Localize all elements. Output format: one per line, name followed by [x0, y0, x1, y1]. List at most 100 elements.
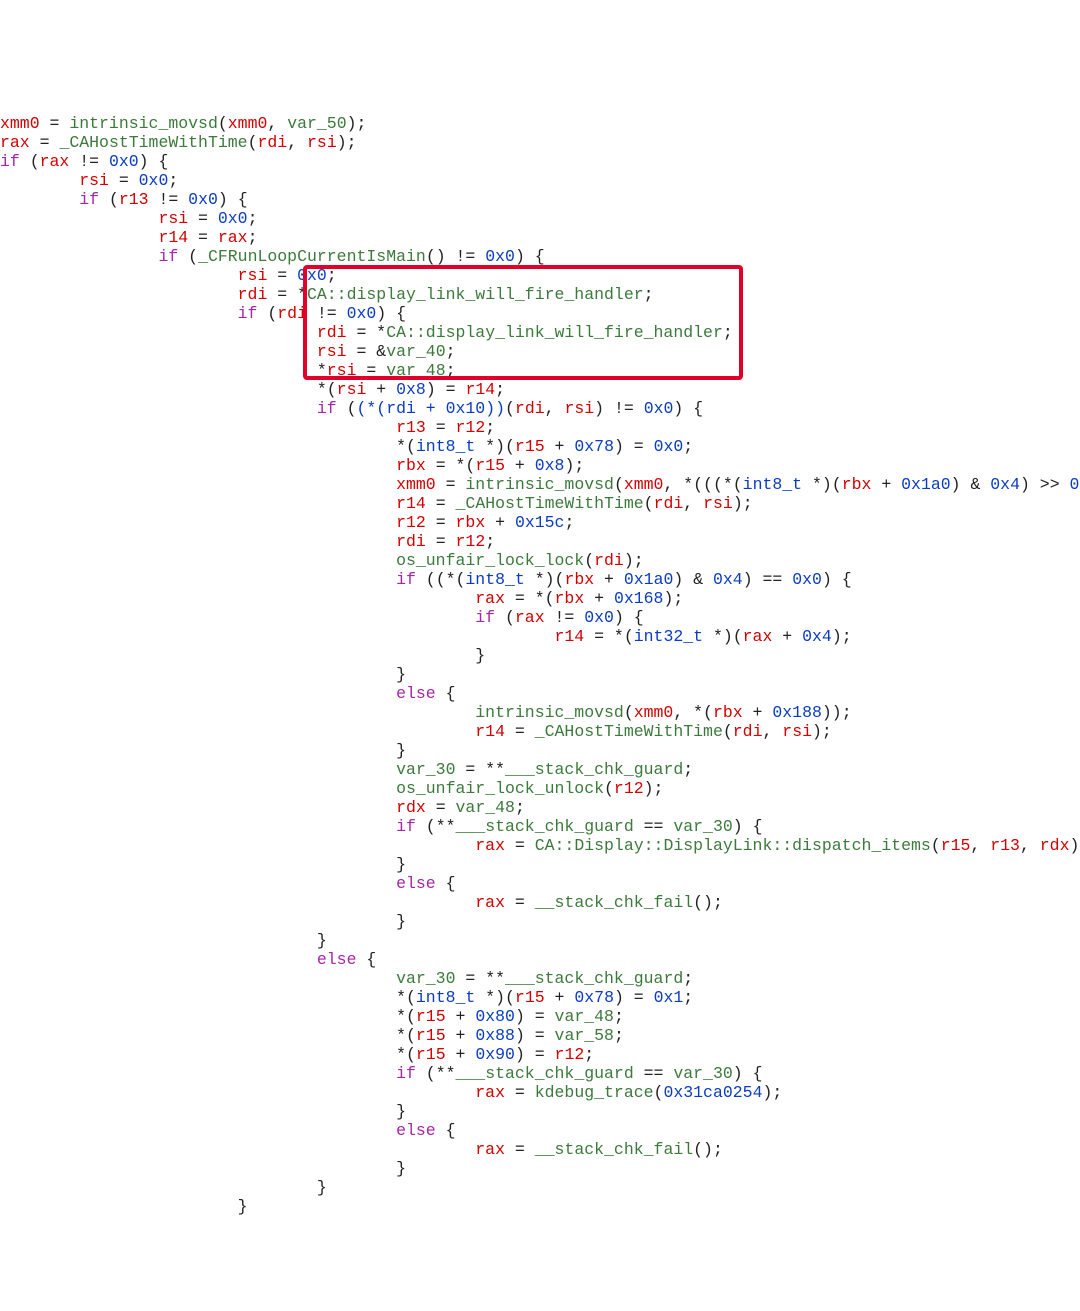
code-line: else { — [0, 874, 1080, 893]
token-p: ; — [564, 513, 574, 532]
token-p: , — [970, 836, 990, 855]
code-line: r12 = rbx + 0x15c; — [0, 513, 1080, 532]
token-p: ) { — [733, 817, 763, 836]
token-reg: rax — [475, 836, 505, 855]
code-line: *(r15 + 0x90) = r12; — [0, 1045, 1080, 1064]
token-p: ); — [337, 133, 357, 152]
token-p: ; — [248, 209, 258, 228]
token-p: + — [871, 475, 901, 494]
token-p: + — [366, 380, 396, 399]
token-reg: r14 — [396, 494, 426, 513]
token-num: 0x0 — [218, 209, 248, 228]
token-reg: rax — [218, 228, 248, 247]
token-p: ); — [644, 779, 664, 798]
token-num: 0x4 — [713, 570, 743, 589]
token-reg: xmm0 — [228, 114, 268, 133]
token-reg: r15 — [416, 1045, 446, 1064]
token-p: = * — [267, 285, 307, 304]
token-p: (); — [693, 1140, 723, 1159]
token-var: var_30 — [396, 969, 455, 988]
token-p: ; — [584, 1045, 594, 1064]
token-fn: ___stack_chk_guard — [456, 1064, 634, 1083]
token-p: ( — [644, 494, 654, 513]
code-line: *rsi = var_48; — [0, 361, 1080, 380]
token-p: ; — [614, 1007, 624, 1026]
code-line: xmm0 = intrinsic_movsd(xmm0, *(((*(int8_… — [0, 475, 1080, 494]
code-line: os_unfair_lock_unlock(r12); — [0, 779, 1080, 798]
token-p: } — [317, 931, 327, 950]
token-reg: rdi — [277, 304, 307, 323]
token-p: = — [505, 836, 535, 855]
token-p: ) & — [673, 570, 713, 589]
code-line: if (**___stack_chk_guard == var_30) { — [0, 817, 1080, 836]
token-num: 0x0 — [654, 437, 684, 456]
token-var: var_30 — [673, 1064, 732, 1083]
token-p: ; — [495, 380, 505, 399]
code-line: rdi = *CA::display_link_will_fire_handle… — [0, 323, 1080, 342]
token-reg: rax — [475, 1083, 505, 1102]
token-p: *)( — [703, 627, 743, 646]
token-reg: xmm0 — [624, 475, 664, 494]
code-line: r14 = _CAHostTimeWithTime(rdi, rsi); — [0, 722, 1080, 741]
token-kw: else — [396, 874, 436, 893]
token-p: ; — [683, 969, 693, 988]
code-line: rsi = 0x0; — [0, 171, 1080, 190]
code-line: else { — [0, 950, 1080, 969]
token-p: ) { — [733, 1064, 763, 1083]
token-p: *( — [396, 988, 416, 1007]
token-kw: if — [238, 304, 258, 323]
token-fn: os_unfair_lock_unlock — [396, 779, 604, 798]
code-line: *(rsi + 0x8) = r14; — [0, 380, 1080, 399]
token-fn: ___stack_chk_guard — [505, 760, 683, 779]
token-reg: rdi — [654, 494, 684, 513]
token-p: } — [238, 1197, 248, 1216]
token-p: *)( — [475, 437, 515, 456]
token-reg: r12 — [456, 532, 486, 551]
token-num: 0x0 — [485, 247, 515, 266]
token-p: ) >> — [1020, 475, 1070, 494]
token-num: 0x78 — [574, 437, 614, 456]
code-line: var_30 = **___stack_chk_guard; — [0, 760, 1080, 779]
token-p: ); — [832, 627, 852, 646]
token-reg: rbx — [842, 475, 872, 494]
token-p: == — [634, 1064, 674, 1083]
code-line: *(int8_t *)(r15 + 0x78) = 0x0; — [0, 437, 1080, 456]
token-p: ( — [584, 551, 594, 570]
token-kw: if — [79, 190, 99, 209]
token-num: 0x88 — [475, 1026, 515, 1045]
token-p: )); — [822, 703, 852, 722]
code-line: if (rax != 0x0) { — [0, 152, 1080, 171]
token-p: ( — [495, 608, 515, 627]
token-reg: rsi — [307, 133, 337, 152]
code-line: else { — [0, 684, 1080, 703]
token-reg: rsi — [703, 494, 733, 513]
token-num: 0x4 — [990, 475, 1020, 494]
token-reg: rax — [40, 152, 70, 171]
token-fn: intrinsic_movsd — [475, 703, 624, 722]
token-num: 0x0 — [139, 171, 169, 190]
token-p: = *( — [426, 456, 476, 475]
code-line: intrinsic_movsd(xmm0, *(rbx + 0x188)); — [0, 703, 1080, 722]
token-var: var_48 — [386, 361, 445, 380]
token-var: var_58 — [555, 1026, 614, 1045]
token-p: ; — [446, 361, 456, 380]
token-reg: r13 — [396, 418, 426, 437]
code-line: rsi = 0x0; — [0, 266, 1080, 285]
token-p: ) = — [426, 380, 466, 399]
code-line: os_unfair_lock_lock(rdi); — [0, 551, 1080, 570]
token-reg: xmm0 — [396, 475, 436, 494]
token-p: + — [446, 1026, 476, 1045]
token-p: = ** — [456, 969, 506, 988]
token-p: ; — [683, 760, 693, 779]
code-line: r14 = *(int32_t *)(rax + 0x4); — [0, 627, 1080, 646]
token-p: ; — [485, 418, 495, 437]
token-p: = — [436, 475, 466, 494]
code-line: *(r15 + 0x88) = var_58; — [0, 1026, 1080, 1045]
token-p: { — [436, 1121, 456, 1140]
token-p: *( — [396, 437, 416, 456]
token-p: ) { — [673, 399, 703, 418]
code-line: } — [0, 741, 1080, 760]
code-line: r13 = r12; — [0, 418, 1080, 437]
code-line: } — [0, 646, 1080, 665]
token-p: { — [356, 950, 376, 969]
